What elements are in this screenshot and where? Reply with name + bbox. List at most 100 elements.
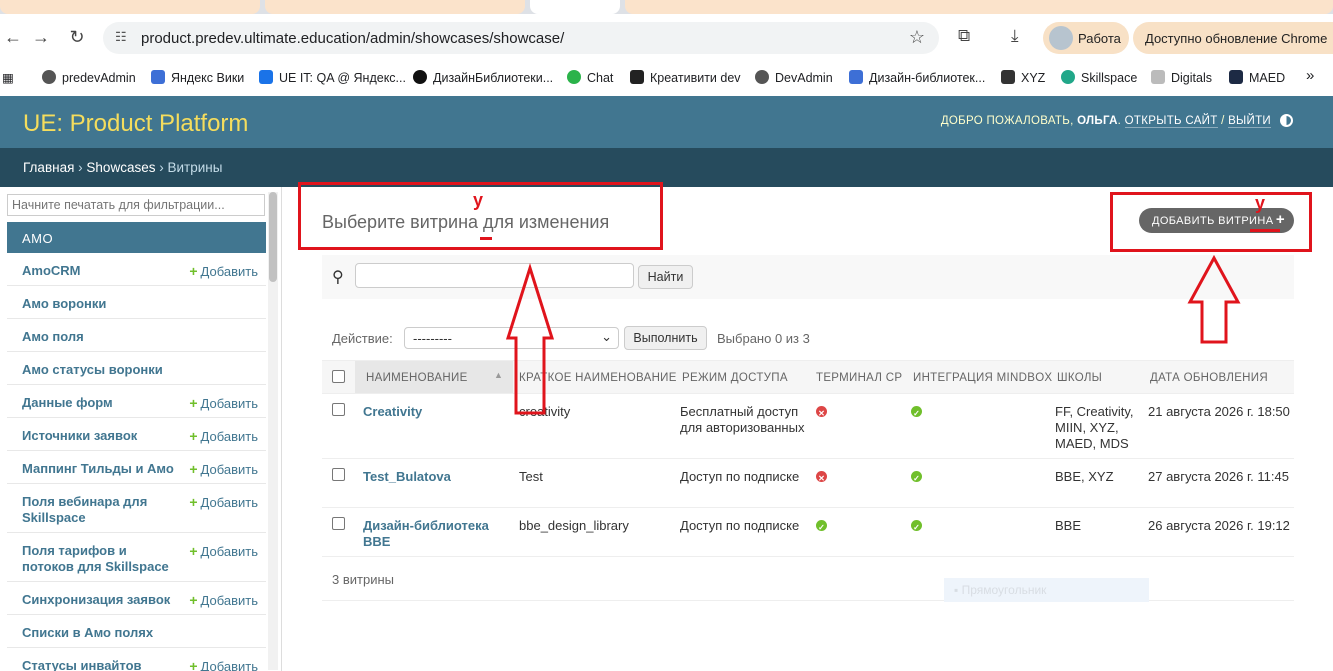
sidebar-item-label[interactable]: Списки в Амо полях <box>22 625 182 641</box>
row-checkbox[interactable] <box>332 517 345 530</box>
plus-icon: + <box>189 592 198 608</box>
view-site-link[interactable]: ОТКРЫТЬ САЙТ <box>1124 115 1218 128</box>
cell-schools: FF, Creativity, MIIN, XYZ, MAED, MDS <box>1055 404 1134 451</box>
column-updated[interactable]: ДАТА ОБНОВЛЕНИЯ <box>1150 372 1268 384</box>
browser-tab[interactable] <box>265 0 525 14</box>
actions-bar: Действие: --------- ⌄ Выполнить Выбрано … <box>322 326 1294 350</box>
cell-updated: 27 августа 2026 г. 11:45 <box>1148 469 1289 484</box>
bookmark-item[interactable]: XYZ <box>1001 70 1045 85</box>
bookmark-item[interactable]: Skillspace <box>1061 70 1137 85</box>
cell-name[interactable]: Creativity <box>363 404 493 420</box>
run-action-button[interactable]: Выполнить <box>624 326 707 350</box>
column-name[interactable]: НАИМЕНОВАНИЕ <box>366 372 468 384</box>
sidebar-item[interactable]: Амо статусы воронки <box>7 352 266 385</box>
sidebar-add-link[interactable]: + Добавить <box>189 428 258 444</box>
sidebar-add-link[interactable]: + Добавить <box>189 461 258 477</box>
sidebar-item-label[interactable]: Амо воронки <box>22 296 182 312</box>
sidebar-item-label[interactable]: Амо поля <box>22 329 182 345</box>
address-bar[interactable]: ☷ product.predev.ultimate.education/admi… <box>103 22 939 54</box>
sidebar-item-label[interactable]: AmoCRM <box>22 263 182 279</box>
breadcrumb-sep: › <box>78 160 83 175</box>
sidebar-scrollbar[interactable] <box>268 192 278 670</box>
sidebar-item-label[interactable]: Поля вебинара для Skillspace <box>22 494 182 526</box>
site-info-icon[interactable]: ☷ <box>115 29 127 45</box>
sidebar-item-label[interactable]: Маппинг Тильды и Амо <box>22 461 182 477</box>
search-input[interactable] <box>355 263 634 288</box>
sidebar-item[interactable]: Амо поля <box>7 319 266 352</box>
scrollbar-thumb[interactable] <box>269 192 277 282</box>
sidebar-add-link[interactable]: + Добавить <box>189 395 258 411</box>
back-icon[interactable]: ← <box>0 24 26 50</box>
sidebar-item-label[interactable]: Синхронизация заявок <box>22 592 182 608</box>
bookmark-item[interactable]: ДизайнБиблиотеки... <box>413 70 553 85</box>
column-terminal[interactable]: ТЕРМИНАЛ CP <box>816 372 902 384</box>
profile-chip[interactable]: Работа <box>1043 22 1129 54</box>
extensions-icon[interactable]: ⧉ <box>958 26 970 46</box>
bookmarks-overflow-icon[interactable]: » <box>1306 67 1314 84</box>
sidebar-item-label[interactable]: Амо статусы воронки <box>22 362 182 378</box>
sidebar-item[interactable]: Маппинг Тильды и Амо + Добавить <box>7 451 266 484</box>
sidebar-section-amo[interactable]: АМО <box>7 222 266 253</box>
breadcrumb-app[interactable]: Showcases <box>86 160 155 175</box>
apps-icon[interactable]: ▦ <box>2 70 14 85</box>
sidebar-add-link[interactable]: + Добавить <box>189 263 258 279</box>
sidebar-item[interactable]: Источники заявок + Добавить <box>7 418 266 451</box>
bookmark-item[interactable]: MAED <box>1229 70 1285 85</box>
browser-tab[interactable] <box>0 0 260 14</box>
bookmark-item[interactable]: Яндекс Вики <box>151 70 244 85</box>
cell-access: Доступ по подписке <box>680 469 800 484</box>
column-mindbox[interactable]: ИНТЕГРАЦИЯ MINDBOX <box>913 372 1052 384</box>
bookmark-item[interactable]: Chat <box>567 70 613 85</box>
column-schools[interactable]: ШКОЛЫ <box>1057 372 1102 384</box>
select-all-checkbox[interactable] <box>332 370 345 383</box>
cell-name[interactable]: Дизайн-библиотека BBE <box>363 518 493 550</box>
welcome-text: ДОБРО ПОЖАЛОВАТЬ, <box>940 115 1074 127</box>
sidebar-add-link[interactable]: + Добавить <box>189 494 258 510</box>
nav-filter-input[interactable] <box>7 194 265 216</box>
bookmark-item[interactable]: Digitals <box>1151 70 1212 85</box>
search-button[interactable]: Найти <box>638 265 693 289</box>
sidebar-item-label[interactable]: Источники заявок <box>22 428 182 444</box>
browser-tab-active[interactable] <box>530 0 620 14</box>
column-short-name[interactable]: КРАТКОЕ НАИМЕНОВАНИЕ <box>519 372 677 384</box>
update-chrome-button[interactable]: Доступно обновление Chrome <box>1133 22 1333 54</box>
sidebar-item[interactable]: AmoCRM + Добавить <box>7 253 266 286</box>
sidebar-add-link[interactable]: + Добавить <box>189 592 258 608</box>
site-name[interactable]: UE: Product Platform <box>23 110 248 138</box>
sidebar-item[interactable]: Поля тарифов и потоков для Skillspace + До… <box>7 533 266 582</box>
bookmark-item[interactable]: Креативити dev <box>630 70 741 85</box>
bookmark-item[interactable]: UE IT: QA @ Яндекс... <box>259 70 406 85</box>
cell-short-name: bbe_design_library <box>519 518 629 533</box>
sidebar-item[interactable]: Синхронизация заявок + Добавить <box>7 582 266 615</box>
sidebar-item[interactable]: Списки в Амо полях <box>7 615 266 648</box>
sidebar-item[interactable]: Статусы инвайтов + Добавить <box>7 648 266 671</box>
bookmark-item[interactable]: predevAdmin <box>42 70 136 85</box>
sort-asc-icon[interactable]: ▲ <box>494 370 503 380</box>
sidebar-item-label[interactable]: Данные форм <box>22 395 182 411</box>
sidebar-item[interactable]: Амо воронки <box>7 286 266 319</box>
logout-link[interactable]: ВЫЙТИ <box>1228 115 1271 128</box>
row-checkbox[interactable] <box>332 403 345 416</box>
browser-tab[interactable] <box>625 0 1333 14</box>
action-select[interactable]: --------- ⌄ <box>404 327 619 349</box>
bookmark-star-icon[interactable]: ☆ <box>909 27 925 48</box>
reload-icon[interactable]: ↻ <box>64 24 90 50</box>
sidebar-item[interactable]: Поля вебинара для Skillspace + Добавить <box>7 484 266 533</box>
forward-icon[interactable]: → <box>28 24 54 50</box>
ghost-text: Прямоугольник <box>961 583 1047 597</box>
sidebar-item-label[interactable]: Поля тарифов и потоков для Skillspace <box>22 543 182 575</box>
breadcrumb-home[interactable]: Главная <box>23 160 74 175</box>
column-access[interactable]: РЕЖИМ ДОСТУПА <box>682 372 788 384</box>
cell-schools: BBE <box>1055 518 1082 533</box>
sidebar-add-link[interactable]: + Добавить <box>189 658 258 671</box>
check-icon: ✓ <box>911 471 922 483</box>
bookmark-item[interactable]: DevAdmin <box>755 70 833 85</box>
cell-name[interactable]: Test_Bulatova <box>363 469 493 485</box>
bookmark-item[interactable]: Дизайн-библиотек... <box>849 70 985 85</box>
sidebar-item-label[interactable]: Статусы инвайтов <box>22 658 182 671</box>
download-icon[interactable]: ⤓ <box>1011 26 1019 46</box>
sidebar-add-link[interactable]: + Добавить <box>189 543 258 559</box>
sidebar-item[interactable]: Данные форм + Добавить <box>7 385 266 418</box>
row-checkbox[interactable] <box>332 468 345 481</box>
theme-toggle-icon[interactable] <box>1280 114 1293 127</box>
